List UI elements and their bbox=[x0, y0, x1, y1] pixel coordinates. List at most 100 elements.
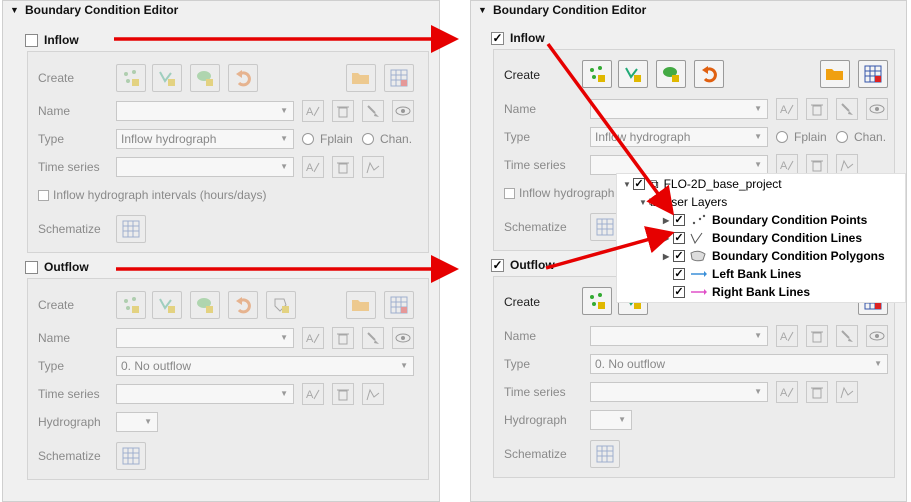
rename-button[interactable]: A bbox=[776, 325, 798, 347]
ts-delete-button[interactable] bbox=[806, 154, 828, 176]
collapse-arrow-icon[interactable]: ▼ bbox=[623, 180, 633, 189]
zoom-to-button[interactable] bbox=[836, 98, 858, 120]
add-polygon-button[interactable] bbox=[190, 64, 220, 92]
delete-button[interactable] bbox=[332, 100, 354, 122]
collapse-arrow-icon[interactable]: ▼ bbox=[639, 198, 649, 207]
open-folder-button[interactable] bbox=[346, 291, 376, 319]
add-point-button[interactable] bbox=[582, 287, 612, 315]
tree-group-node[interactable]: ▼ ⧉ User Layers bbox=[639, 193, 727, 211]
chan-radio[interactable]: Chan. bbox=[836, 130, 886, 144]
add-point-button[interactable] bbox=[116, 64, 146, 92]
outflow-timeseries-combo[interactable]: ▼ bbox=[590, 382, 768, 402]
eye-button[interactable] bbox=[866, 98, 888, 120]
ts-rename-button[interactable]: A bbox=[302, 383, 324, 405]
schematize-button[interactable] bbox=[116, 442, 146, 470]
outflow-type-combo[interactable]: 0. No outflow ▼ bbox=[590, 354, 888, 374]
open-folder-button[interactable] bbox=[346, 64, 376, 92]
ts-rename-button[interactable]: A bbox=[776, 154, 798, 176]
outflow-groupbox-header[interactable]: Outflow bbox=[25, 260, 89, 274]
chan-radio[interactable]: Chan. bbox=[362, 132, 412, 146]
outflow-checkbox[interactable] bbox=[25, 260, 38, 274]
revert-button[interactable] bbox=[228, 291, 258, 319]
inflow-checkbox[interactable]: ✓ bbox=[491, 31, 504, 45]
inflow-checkbox[interactable] bbox=[25, 33, 38, 47]
intervals-checkbox[interactable] bbox=[38, 189, 49, 201]
hydrograph-combo[interactable]: ▼ bbox=[590, 410, 632, 430]
schematize-button[interactable] bbox=[590, 213, 620, 241]
tree-project-node[interactable]: ▼ ✓ ⧉ FLO-2D_base_project bbox=[623, 175, 782, 193]
ts-delete-button[interactable] bbox=[332, 156, 354, 178]
layer-checkbox[interactable]: ✓ bbox=[673, 214, 685, 226]
ts-plot-button[interactable] bbox=[836, 154, 858, 176]
rename-button[interactable]: A bbox=[776, 98, 798, 120]
intervals-checkbox-label[interactable]: Inflow hydrograph ir bbox=[504, 186, 624, 200]
delete-button[interactable] bbox=[332, 327, 354, 349]
zoom-to-button[interactable] bbox=[362, 100, 384, 122]
inflow-name-combo[interactable]: ▼ bbox=[590, 99, 768, 119]
add-line-button[interactable] bbox=[152, 64, 182, 92]
fplain-radio[interactable]: Fplain bbox=[302, 132, 353, 146]
expand-arrow-icon[interactable]: ▶ bbox=[663, 234, 673, 243]
collapse-triangle-icon[interactable]: ▼ bbox=[478, 1, 487, 19]
ts-rename-button[interactable]: A bbox=[302, 156, 324, 178]
add-polygon-button[interactable] bbox=[190, 291, 220, 319]
fplain-radio[interactable]: Fplain bbox=[776, 130, 827, 144]
tree-layer-bc-points[interactable]: ▶ ✓ Boundary Condition Points bbox=[663, 211, 867, 229]
revert-button[interactable] bbox=[228, 64, 258, 92]
delete-button[interactable] bbox=[806, 325, 828, 347]
outflow-name-combo[interactable]: ▼ bbox=[590, 326, 768, 346]
delete-button[interactable] bbox=[806, 98, 828, 120]
rename-button[interactable]: A bbox=[302, 100, 324, 122]
rename-button[interactable]: A bbox=[302, 327, 324, 349]
expand-arrow-icon[interactable]: ▶ bbox=[663, 216, 673, 225]
tree-layer-right-bank[interactable]: ✓ Right Bank Lines bbox=[673, 283, 810, 301]
outflow-name-combo[interactable]: ▼ bbox=[116, 328, 294, 348]
eye-button[interactable] bbox=[392, 327, 414, 349]
inflow-groupbox-header[interactable]: ✓ Inflow bbox=[491, 31, 545, 45]
hydrograph-combo[interactable]: ▼ bbox=[116, 412, 158, 432]
inflow-timeseries-combo[interactable]: ▼ bbox=[116, 157, 294, 177]
outflow-groupbox-header[interactable]: ✓ Outflow bbox=[491, 258, 555, 272]
project-checkbox[interactable]: ✓ bbox=[633, 178, 645, 190]
revert-button[interactable] bbox=[694, 60, 724, 88]
outflow-checkbox[interactable]: ✓ bbox=[491, 258, 504, 272]
outflow-timeseries-combo[interactable]: ▼ bbox=[116, 384, 294, 404]
layer-checkbox[interactable]: ✓ bbox=[673, 286, 685, 298]
tree-layer-bc-polygons[interactable]: ▶ ✓ Boundary Condition Polygons bbox=[663, 247, 885, 265]
add-line-button[interactable] bbox=[152, 291, 182, 319]
eye-button[interactable] bbox=[866, 325, 888, 347]
zoom-to-button[interactable] bbox=[836, 325, 858, 347]
grid-schematize-button[interactable] bbox=[384, 64, 414, 92]
open-folder-button[interactable] bbox=[820, 60, 850, 88]
panel-header[interactable]: ▼ Boundary Condition Editor bbox=[3, 1, 439, 19]
ts-plot-button[interactable] bbox=[362, 156, 384, 178]
layer-checkbox[interactable]: ✓ bbox=[673, 232, 685, 244]
schematize-button[interactable] bbox=[116, 215, 146, 243]
add-point-button[interactable] bbox=[116, 291, 146, 319]
layer-checkbox[interactable]: ✓ bbox=[673, 268, 685, 280]
add-polygon-button[interactable] bbox=[656, 60, 686, 88]
collapse-triangle-icon[interactable]: ▼ bbox=[10, 1, 19, 19]
ts-delete-button[interactable] bbox=[332, 383, 354, 405]
add-line-button[interactable] bbox=[618, 60, 648, 88]
add-point-button[interactable] bbox=[582, 60, 612, 88]
schematize-button[interactable] bbox=[590, 440, 620, 468]
layer-checkbox[interactable]: ✓ bbox=[673, 250, 685, 262]
inflow-type-combo[interactable]: Inflow hydrograph ▼ bbox=[590, 127, 768, 147]
ts-plot-button[interactable] bbox=[362, 383, 384, 405]
expand-arrow-icon[interactable]: ▶ bbox=[663, 252, 673, 261]
zoom-to-button[interactable] bbox=[362, 327, 384, 349]
inflow-timeseries-combo[interactable]: ▼ bbox=[590, 155, 768, 175]
inflow-name-combo[interactable]: ▼ bbox=[116, 101, 294, 121]
ts-delete-button[interactable] bbox=[806, 381, 828, 403]
outline-polygon-button[interactable] bbox=[266, 291, 296, 319]
intervals-checkbox[interactable] bbox=[504, 187, 515, 199]
outflow-type-combo[interactable]: 0. No outflow ▼ bbox=[116, 356, 414, 376]
ts-rename-button[interactable]: A bbox=[776, 381, 798, 403]
intervals-checkbox-label[interactable]: Inflow hydrograph intervals (hours/days) bbox=[38, 188, 266, 202]
tree-layer-left-bank[interactable]: ✓ Left Bank Lines bbox=[673, 265, 801, 283]
eye-button[interactable] bbox=[392, 100, 414, 122]
tree-layer-bc-lines[interactable]: ▶ ✓ Boundary Condition Lines bbox=[663, 229, 862, 247]
ts-plot-button[interactable] bbox=[836, 381, 858, 403]
grid-schematize-button[interactable] bbox=[384, 291, 414, 319]
